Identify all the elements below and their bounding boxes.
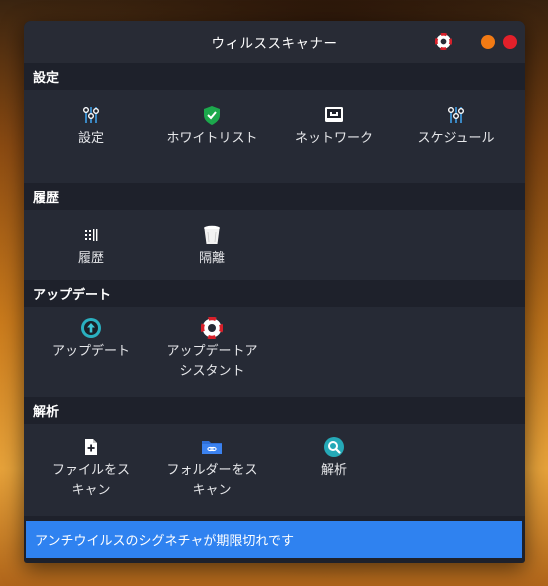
tile-label: ネットワーク	[294, 131, 373, 146]
magnifier-icon	[324, 437, 344, 457]
minimize-button[interactable]	[481, 35, 495, 49]
help-lifebuoy-icon[interactable]	[435, 33, 452, 50]
tile-analyze[interactable]: 解析	[273, 436, 395, 481]
section-update: アップデート アップデートアシスタント	[24, 307, 525, 397]
tile-schedule[interactable]: スケジュール	[395, 104, 517, 149]
tile-label: アップデートアシスタント	[166, 344, 258, 379]
tile-network[interactable]: ネットワーク	[273, 104, 395, 149]
status-message: アンチウイルスのシグネチャが期限切れです	[35, 534, 294, 549]
window-title: ウィルススキャナー	[211, 36, 338, 52]
trash-bin-icon	[204, 225, 220, 244]
tile-label: スケジュール	[417, 131, 495, 146]
tile-label: 解析	[320, 463, 347, 478]
tile-update-assistant[interactable]: アップデートアシスタント	[151, 317, 273, 382]
file-plus-icon	[85, 439, 97, 455]
tile-history[interactable]: 履歴	[30, 224, 152, 269]
tile-label: フォルダーをスキャン	[166, 463, 258, 498]
schedule-sliders-icon	[448, 107, 464, 123]
sliders-icon	[83, 107, 99, 123]
section-header-history: 履歴	[24, 183, 525, 210]
tile-scan-file[interactable]: ファイルをスキャン	[30, 436, 152, 501]
section-settings: 設定 ホワイトリスト ネットワーク スケジュール	[24, 90, 525, 183]
shield-check-icon	[204, 106, 220, 125]
tile-quarantine[interactable]: 隔離	[151, 224, 273, 269]
section-history: 履歴 隔離	[24, 210, 525, 280]
tile-label: 設定	[77, 131, 104, 146]
tile-label: ホワイトリスト	[166, 131, 258, 146]
network-icon	[325, 107, 343, 122]
titlebar[interactable]: ウィルススキャナー	[24, 21, 525, 63]
folder-link-icon	[202, 441, 222, 454]
tile-whitelist[interactable]: ホワイトリスト	[151, 104, 273, 149]
history-list-icon	[85, 229, 98, 241]
section-header-settings: 設定	[24, 63, 525, 90]
tile-label: ファイルをスキャン	[51, 463, 130, 498]
app-window: ウィルススキャナー 設定 設定 ホワイトリスト ネットワーク スケジュール 履歴…	[24, 21, 525, 563]
tile-scan-folder[interactable]: フォルダーをスキャン	[151, 436, 273, 501]
status-notification[interactable]: アンチウイルスのシグネチャが期限切れです	[26, 521, 522, 558]
section-analysis: ファイルをスキャン フォルダーをスキャン 解析	[24, 424, 525, 516]
lifebuoy-icon	[201, 317, 223, 339]
tile-label: 隔離	[198, 251, 225, 266]
tile-label: アップデート	[51, 344, 130, 359]
update-arrow-icon	[81, 318, 101, 338]
tile-settings[interactable]: 設定	[30, 104, 152, 149]
tile-label: 履歴	[77, 251, 104, 266]
close-button[interactable]	[503, 35, 517, 49]
tile-update[interactable]: アップデート	[30, 317, 152, 362]
section-header-analysis: 解析	[24, 397, 525, 424]
section-header-update: アップデート	[24, 280, 525, 307]
